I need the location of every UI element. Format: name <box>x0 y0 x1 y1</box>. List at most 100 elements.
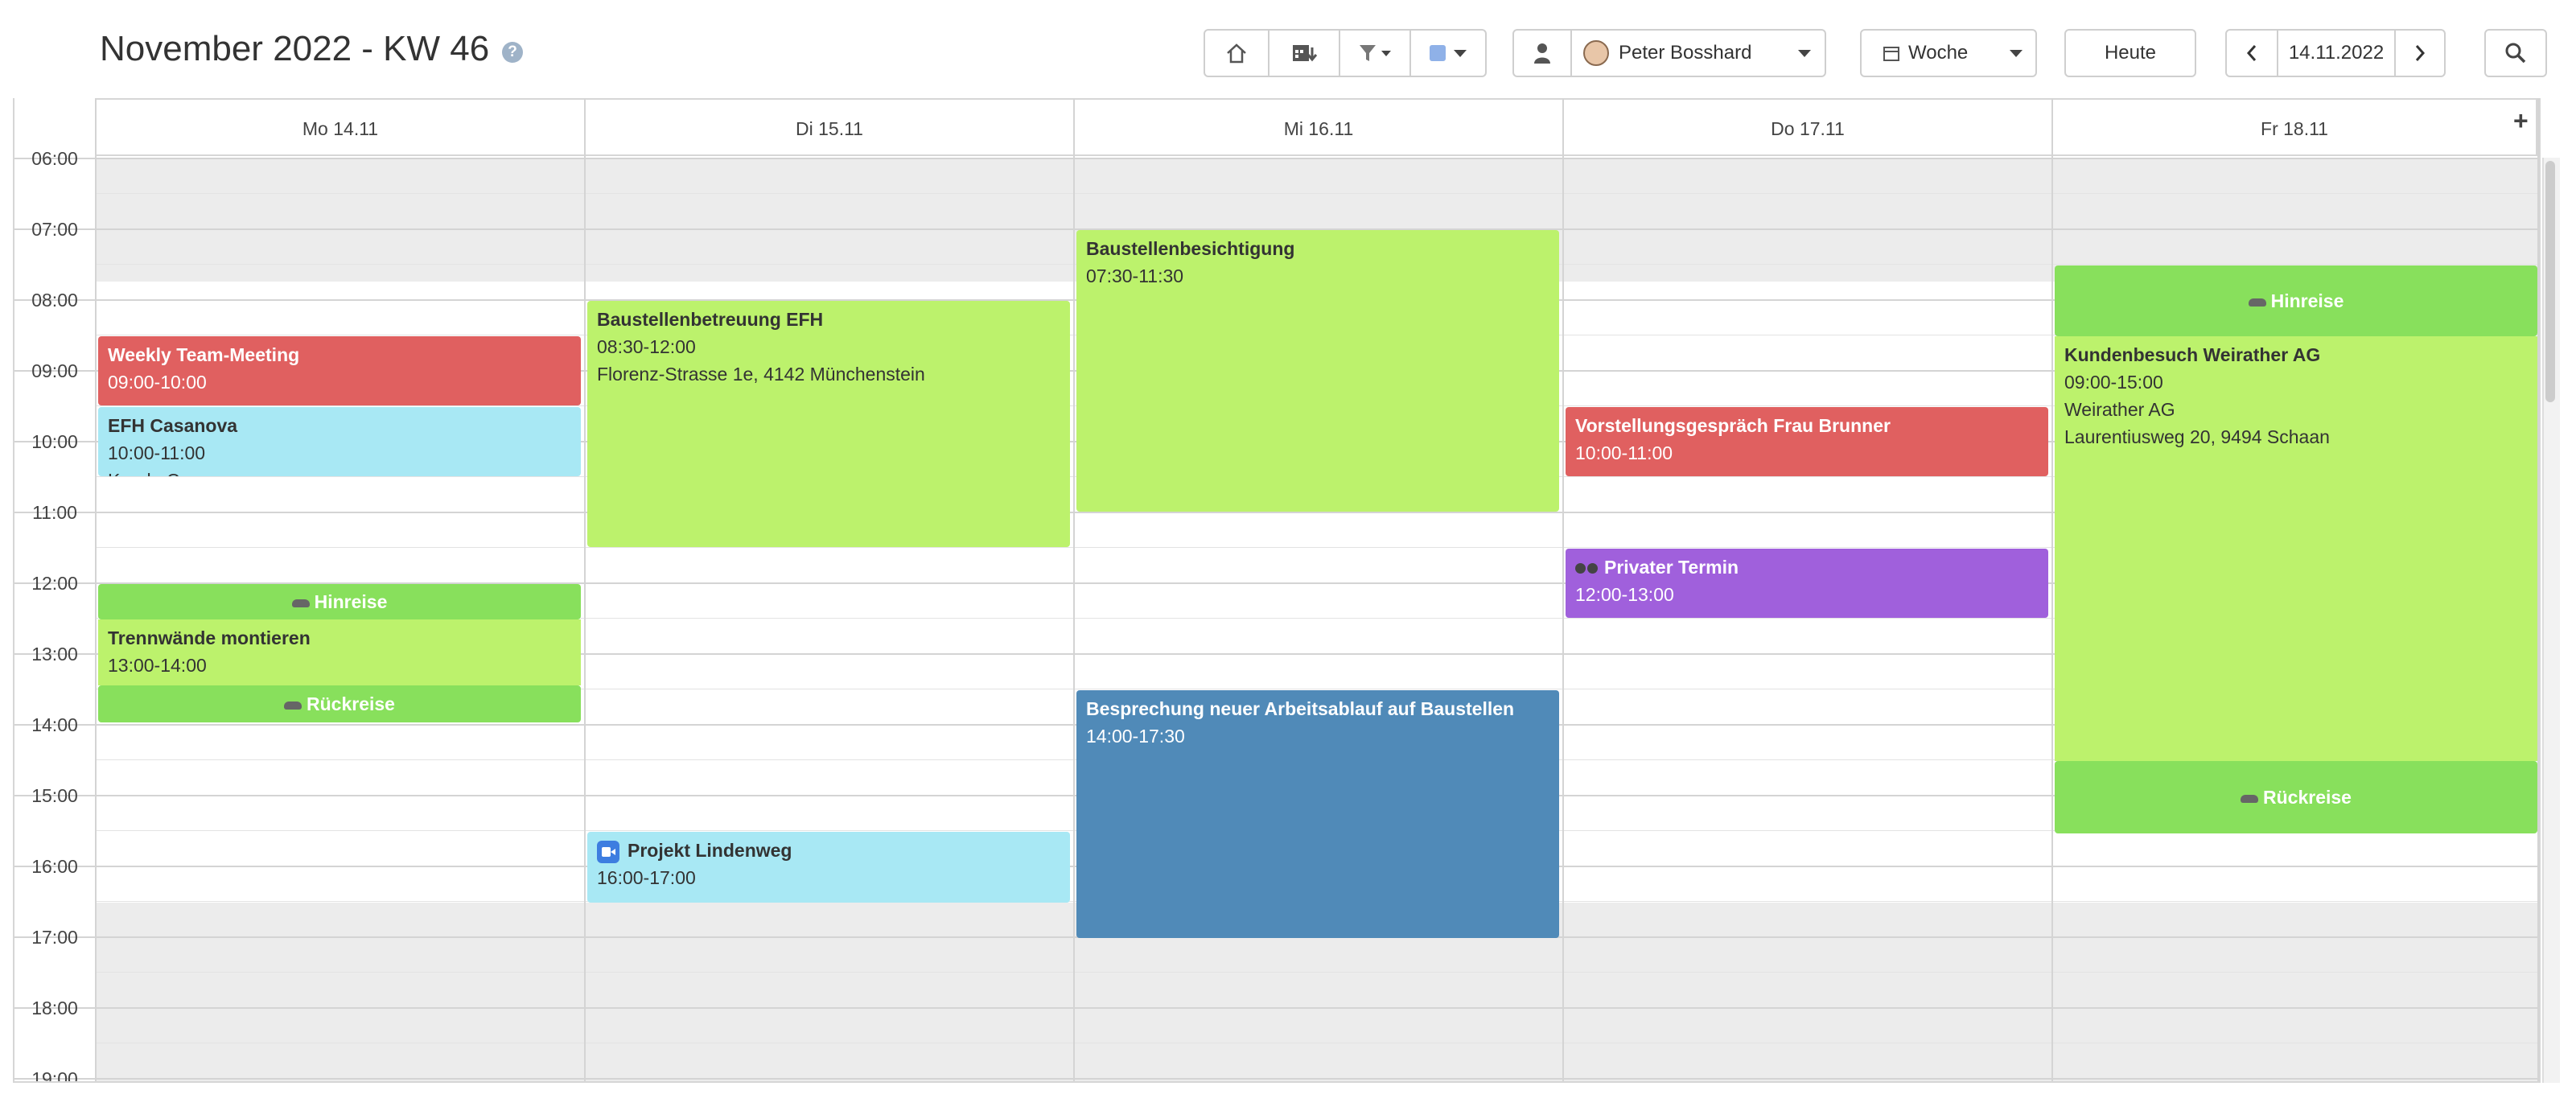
date-navigator: 14.11.2022 <box>2225 29 2446 77</box>
hour-line <box>14 1078 2537 1080</box>
time-label: 17:00 <box>31 927 78 948</box>
filter-icon <box>1360 45 1376 61</box>
day-header-di: Di 15.11 <box>584 98 1073 156</box>
travel-outbound-fr[interactable]: Hinreise <box>2055 265 2537 336</box>
page-title: November 2022 - KW 46 <box>100 29 490 68</box>
event-kundenbesuch-weirather[interactable]: Kundenbesuch Weirather AG 09:00-15:00 We… <box>2055 336 2537 761</box>
travel-label: Hinreise <box>314 591 388 612</box>
travel-label: Rückreise <box>2263 787 2352 808</box>
travel-label: Rückreise <box>307 693 395 714</box>
event-vorstellungsgespraech[interactable]: Vorstellungsgespräch Frau Brunner 10:00-… <box>1566 407 2048 476</box>
hour-line <box>14 1007 2537 1009</box>
day-separator <box>95 98 97 1081</box>
half-hour-line <box>95 193 2537 194</box>
event-detail: Florenz-Strasse 1e, 4142 Münchenstein <box>597 364 925 385</box>
calendar-icon <box>1883 47 1899 61</box>
event-baustellenbetreuung-efh[interactable]: Baustellenbetreuung EFH 08:30-12:00 Flor… <box>587 301 1070 547</box>
event-title: EFH Casanova <box>108 415 238 436</box>
calendar-download-button[interactable] <box>1268 31 1339 76</box>
video-call-icon <box>597 840 619 863</box>
next-button[interactable] <box>2394 31 2444 76</box>
event-weekly-team-meeting[interactable]: Weekly Team-Meeting 09:00-10:00 <box>98 336 581 405</box>
time-label: 18:00 <box>31 998 78 1018</box>
event-time: 10:00-11:00 <box>108 442 206 463</box>
user-name: Peter Bosshard <box>1619 42 1752 64</box>
hour-line <box>14 158 2537 159</box>
previous-button[interactable] <box>2227 31 2277 76</box>
filter-button[interactable] <box>1339 31 1409 76</box>
home-button[interactable] <box>1205 31 1268 76</box>
event-title: Baustellenbesichtigung <box>1086 238 1295 259</box>
question-circle-icon[interactable]: ? <box>502 42 523 63</box>
view-selector[interactable]: Woche <box>1860 29 2037 77</box>
time-label: 10:00 <box>31 431 78 452</box>
event-efh-casanova[interactable]: EFH Casanova 10:00-11:00 Kunde Casanova <box>98 407 581 476</box>
home-icon <box>1227 43 1246 64</box>
car-icon <box>2248 298 2266 307</box>
day-separator <box>2051 98 2053 1081</box>
event-address: Laurentiusweg 20, 9494 Schaan <box>2064 426 2330 447</box>
scrollbar-thumb[interactable] <box>2545 161 2555 402</box>
car-icon <box>284 701 302 710</box>
event-title: Privater Termin <box>1604 557 1739 578</box>
event-privater-termin[interactable]: Privater Termin 12:00-13:00 <box>1566 549 2048 618</box>
travel-return-fr[interactable]: Rückreise <box>2055 761 2537 833</box>
travel-outbound-mo[interactable]: Hinreise <box>98 584 581 619</box>
travel-label: Hinreise <box>2270 290 2344 311</box>
time-label: 09:00 <box>31 360 78 381</box>
time-label: 06:00 <box>31 148 78 169</box>
event-time: 10:00-11:00 <box>1575 442 1673 463</box>
event-besprechung-arbeitsablauf[interactable]: Besprechung neuer Arbeitsablauf auf Baus… <box>1076 690 1559 938</box>
event-title: Vorstellungsgespräch Frau Brunner <box>1575 415 1891 436</box>
day-header-mi: Mi 16.11 <box>1073 98 1562 156</box>
day-header-fr: Fr 18.11 <box>2051 98 2537 156</box>
event-title: Trennwände montieren <box>108 627 311 648</box>
time-label: 08:00 <box>31 290 78 311</box>
day-separator <box>1073 98 1075 1081</box>
view-label: Woche <box>1908 42 1969 64</box>
time-label: 12:00 <box>31 573 78 594</box>
calendar-download-icon <box>1293 45 1318 62</box>
travel-return-mo[interactable]: Rückreise <box>98 685 581 722</box>
week-calendar: Mo 14.11 Di 15.11 Mi 16.11 Do 17.11 Fr 1… <box>13 98 2541 1083</box>
event-title: Baustellenbetreuung EFH <box>597 309 824 330</box>
chevron-down-icon <box>1798 49 1812 57</box>
add-event-button[interactable]: + <box>2513 106 2529 136</box>
time-label: 13:00 <box>31 644 78 664</box>
current-date[interactable]: 14.11.2022 <box>2277 31 2394 76</box>
time-label: 11:00 <box>32 502 77 523</box>
time-label: 15:00 <box>31 785 78 806</box>
avatar <box>1583 40 1609 66</box>
event-time: 09:00-10:00 <box>108 372 207 393</box>
private-icon <box>1575 557 1604 578</box>
person-button[interactable] <box>1514 31 1570 76</box>
search-button[interactable] <box>2484 29 2547 77</box>
time-label: 07:00 <box>31 219 78 240</box>
half-hour-line <box>95 972 2537 973</box>
event-title: Besprechung neuer Arbeitsablauf auf Baus… <box>1086 698 1515 719</box>
event-title: Projekt Lindenweg <box>628 840 792 861</box>
event-trennwaende-montieren[interactable]: Trennwände montieren 13:00-14:00 Bauplat… <box>98 619 581 685</box>
event-time: 08:30-12:00 <box>597 336 696 357</box>
event-time: 14:00-17:30 <box>1086 726 1185 747</box>
event-time: 09:00-15:00 <box>2064 372 2163 393</box>
event-title: Kundenbesuch Weirather AG <box>2064 344 2321 365</box>
day-header-mo: Mo 14.11 <box>95 98 584 156</box>
event-time: 07:30-11:30 <box>1086 265 1184 286</box>
event-baustellenbesichtigung[interactable]: Baustellenbesichtigung 07:30-11:30 <box>1076 230 1559 512</box>
event-projekt-lindenweg[interactable]: Projekt Lindenweg 16:00-17:00 <box>587 832 1070 903</box>
user-dropdown[interactable]: Peter Bosshard <box>1570 31 1825 76</box>
event-detail: Bauplatz Gubli 120 <box>108 679 571 685</box>
time-label: 16:00 <box>31 856 78 877</box>
color-filter-button[interactable] <box>1409 31 1485 76</box>
chevron-down-icon <box>2010 49 2023 57</box>
time-label: 19:00 <box>31 1068 78 1083</box>
user-selector[interactable]: Peter Bosshard <box>1512 29 1826 77</box>
car-icon <box>291 599 310 607</box>
day-separator <box>584 98 586 1081</box>
today-button[interactable]: Heute <box>2064 29 2196 77</box>
event-time: 16:00-17:00 <box>597 867 696 888</box>
person-icon <box>1534 43 1550 64</box>
color-square-icon <box>1430 45 1446 61</box>
event-title: Weekly Team-Meeting <box>108 344 300 365</box>
